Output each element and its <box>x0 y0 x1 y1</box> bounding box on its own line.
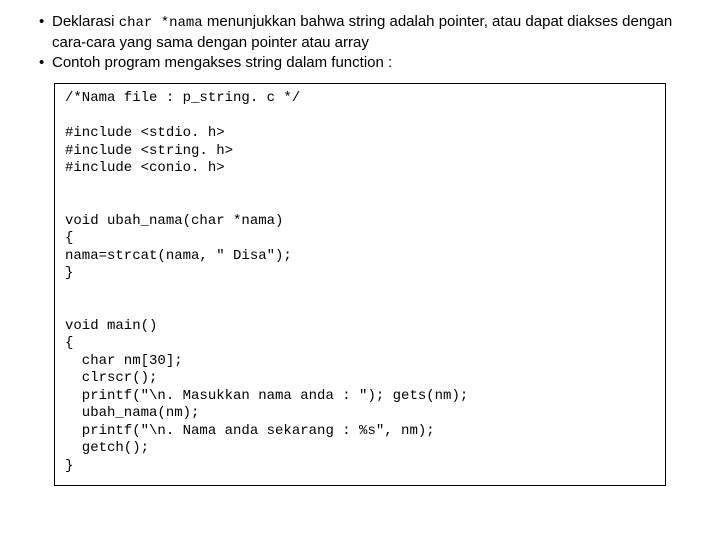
bullet-2-text: Contoh program mengakses string dalam fu… <box>52 54 392 71</box>
bullet-icon: • <box>39 53 52 73</box>
code-box: /*Nama file : p_string. c */ #include <s… <box>54 83 666 486</box>
code-block-3: void ubah_nama(char *nama) { nama=strcat… <box>65 213 655 283</box>
code-block-2: #include <stdio. h> #include <string. h>… <box>65 125 655 178</box>
bullet-1-prefix: Deklarasi <box>52 13 119 30</box>
bullet-2: •Contoh program mengakses string dalam f… <box>28 53 692 73</box>
bullet-1: •Deklarasi char *nama menunjukkan bahwa … <box>28 12 692 53</box>
code-block-1: /*Nama file : p_string. c */ <box>65 90 655 108</box>
code-block-4: void main() { char nm[30]; clrscr(); pri… <box>65 318 655 476</box>
inline-code: char *nama <box>119 15 203 31</box>
bullet-icon: • <box>39 12 52 32</box>
